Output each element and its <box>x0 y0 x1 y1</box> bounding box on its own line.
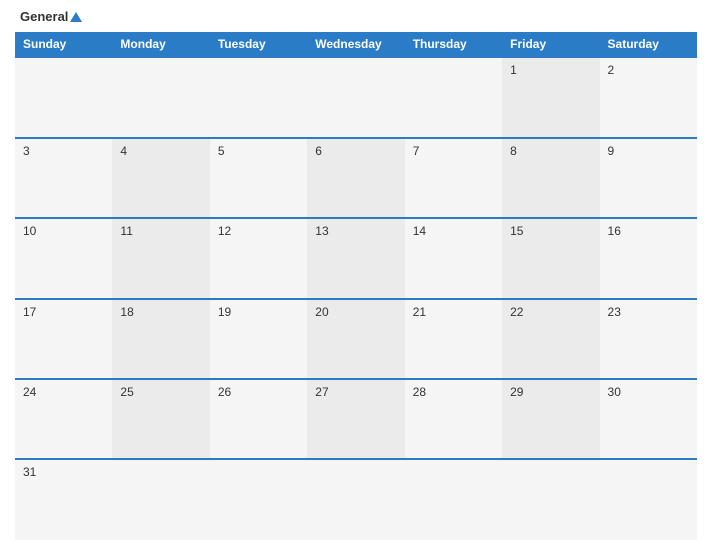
day-header-friday: Friday <box>502 32 599 57</box>
logo-general-text: General <box>20 10 82 24</box>
day-number: 5 <box>218 144 225 158</box>
day-number: 18 <box>120 305 133 319</box>
calendar-cell <box>15 57 112 137</box>
calendar-cell: 9 <box>600 138 697 218</box>
calendar-cell: 2 <box>600 57 697 137</box>
calendar-cell: 30 <box>600 379 697 459</box>
calendar-week-2: 3 4 5 6 7 8 9 <box>15 138 697 218</box>
day-number: 28 <box>413 385 426 399</box>
day-header-tuesday: Tuesday <box>210 32 307 57</box>
day-number: 26 <box>218 385 231 399</box>
calendar-cell: 1 <box>502 57 599 137</box>
calendar-week-5: 24 25 26 27 28 29 30 <box>15 379 697 459</box>
calendar-cell: 27 <box>307 379 404 459</box>
calendar-body: 1234567891011121314151617181920212223242… <box>15 57 697 540</box>
calendar-cell: 8 <box>502 138 599 218</box>
day-number: 15 <box>510 224 523 238</box>
day-number: 7 <box>413 144 420 158</box>
day-number: 9 <box>608 144 615 158</box>
calendar-cell: 6 <box>307 138 404 218</box>
calendar-week-4: 17 18 19 20 21 22 23 <box>15 299 697 379</box>
day-number: 12 <box>218 224 231 238</box>
calendar-cell: 4 <box>112 138 209 218</box>
day-header-saturday: Saturday <box>600 32 697 57</box>
day-number: 10 <box>23 224 36 238</box>
calendar-cell: 10 <box>15 218 112 298</box>
calendar-week-1: 12 <box>15 57 697 137</box>
calendar-table: SundayMondayTuesdayWednesdayThursdayFrid… <box>15 32 697 540</box>
day-number: 14 <box>413 224 426 238</box>
day-number: 20 <box>315 305 328 319</box>
calendar-cell <box>307 57 404 137</box>
day-number: 2 <box>608 63 615 77</box>
calendar-cell: 19 <box>210 299 307 379</box>
logo: General <box>20 10 82 24</box>
calendar-cell <box>210 57 307 137</box>
calendar-cell: 20 <box>307 299 404 379</box>
calendar-cell: 5 <box>210 138 307 218</box>
calendar-cell: 21 <box>405 299 502 379</box>
calendar-cell <box>112 459 209 540</box>
day-number: 6 <box>315 144 322 158</box>
day-number: 22 <box>510 305 523 319</box>
calendar-cell: 7 <box>405 138 502 218</box>
calendar-cell: 14 <box>405 218 502 298</box>
calendar-cell: 29 <box>502 379 599 459</box>
calendar-header: General <box>15 10 697 24</box>
calendar-cell <box>405 57 502 137</box>
day-header-monday: Monday <box>112 32 209 57</box>
day-number: 27 <box>315 385 328 399</box>
day-number: 19 <box>218 305 231 319</box>
day-number: 30 <box>608 385 621 399</box>
calendar-cell: 31 <box>15 459 112 540</box>
calendar-cell <box>600 459 697 540</box>
calendar-cell: 16 <box>600 218 697 298</box>
calendar-cell <box>112 57 209 137</box>
day-header-thursday: Thursday <box>405 32 502 57</box>
calendar-cell <box>405 459 502 540</box>
day-number: 11 <box>120 224 132 238</box>
day-number: 13 <box>315 224 328 238</box>
day-number: 3 <box>23 144 30 158</box>
calendar-cell: 24 <box>15 379 112 459</box>
day-number: 8 <box>510 144 517 158</box>
calendar-cell <box>502 459 599 540</box>
calendar-cell: 26 <box>210 379 307 459</box>
calendar-cell: 13 <box>307 218 404 298</box>
calendar-header-row: SundayMondayTuesdayWednesdayThursdayFrid… <box>15 32 697 57</box>
calendar-cell: 25 <box>112 379 209 459</box>
calendar-cell: 22 <box>502 299 599 379</box>
day-number: 4 <box>120 144 127 158</box>
day-number: 23 <box>608 305 621 319</box>
calendar-week-3: 10 11 12 13 14 15 16 <box>15 218 697 298</box>
calendar-cell: 23 <box>600 299 697 379</box>
day-number: 17 <box>23 305 36 319</box>
calendar-cell: 3 <box>15 138 112 218</box>
calendar-cell: 18 <box>112 299 209 379</box>
calendar-cell: 12 <box>210 218 307 298</box>
calendar-cell <box>307 459 404 540</box>
day-header-wednesday: Wednesday <box>307 32 404 57</box>
day-number: 25 <box>120 385 133 399</box>
calendar-week-6: 31 <box>15 459 697 540</box>
day-header-sunday: Sunday <box>15 32 112 57</box>
day-number: 29 <box>510 385 523 399</box>
calendar-cell: 28 <box>405 379 502 459</box>
day-number: 31 <box>23 465 36 479</box>
day-number: 21 <box>413 305 426 319</box>
calendar-cell: 17 <box>15 299 112 379</box>
calendar-cell: 11 <box>112 218 209 298</box>
logo-triangle-icon <box>70 12 82 22</box>
day-number: 1 <box>510 63 517 77</box>
day-number: 16 <box>608 224 621 238</box>
calendar-cell <box>210 459 307 540</box>
calendar-cell: 15 <box>502 218 599 298</box>
day-number: 24 <box>23 385 36 399</box>
